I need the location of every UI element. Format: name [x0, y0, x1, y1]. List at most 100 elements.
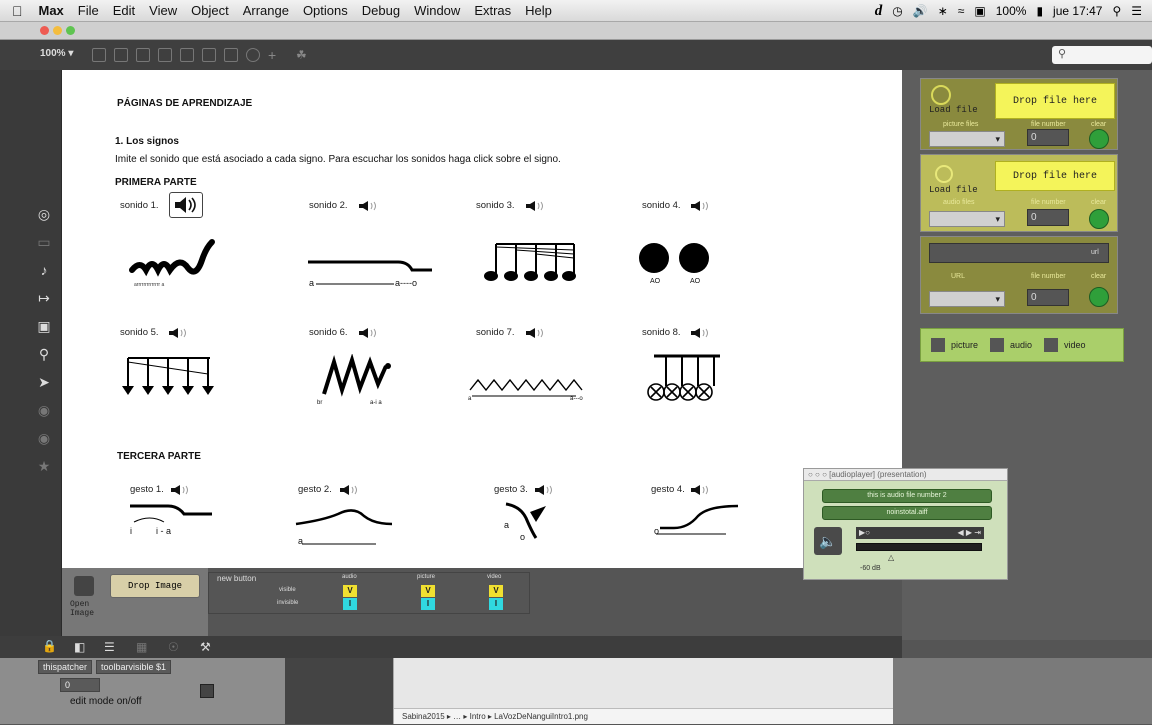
- shield-icon[interactable]: ◉: [36, 402, 52, 418]
- volume-marker-icon[interactable]: △: [888, 553, 894, 562]
- picture-visible-button[interactable]: V: [421, 585, 435, 597]
- zoom-window-button[interactable]: [66, 26, 75, 35]
- gesto-1-speaker-icon[interactable]: [170, 484, 190, 496]
- volume-meter[interactable]: [856, 543, 982, 551]
- menu-options[interactable]: Options: [303, 3, 348, 18]
- volume-icon[interactable]: 🔊: [913, 4, 928, 18]
- open-image-button[interactable]: [74, 576, 94, 596]
- sonido-7-speaker-icon[interactable]: [525, 327, 545, 339]
- toolbar-tool-icon[interactable]: [224, 48, 238, 62]
- spotlight-icon[interactable]: ⚲: [1112, 4, 1121, 18]
- inspector-icon[interactable]: ◎: [36, 206, 52, 222]
- gesto-2-sign[interactable]: [294, 500, 394, 550]
- audio-files-select[interactable]: ▾: [929, 211, 1005, 227]
- close-window-button[interactable]: [40, 26, 49, 35]
- edit-mode-toggle[interactable]: [200, 684, 214, 698]
- menu-app[interactable]: Max: [39, 3, 64, 18]
- clock-text[interactable]: jue 17:47: [1053, 4, 1102, 18]
- new-view-icon[interactable]: ◧: [74, 640, 85, 654]
- video-visible-button[interactable]: V: [489, 585, 503, 597]
- sonido-4-sign[interactable]: [638, 240, 718, 280]
- star-icon[interactable]: ★: [36, 458, 52, 474]
- thispatcher-object[interactable]: thispatcher: [38, 660, 93, 674]
- picture-invisible-button[interactable]: I: [421, 598, 435, 610]
- zoom-select[interactable]: 100% ▾: [40, 48, 73, 59]
- toolbar-tool-icon[interactable]: [92, 48, 106, 62]
- sonido-3-speaker-icon[interactable]: [525, 200, 545, 212]
- toolbar-tool-icon[interactable]: [202, 48, 216, 62]
- paperclip-icon[interactable]: ⚲: [36, 346, 52, 362]
- picture-toggle[interactable]: [931, 338, 945, 352]
- menu-help[interactable]: Help: [525, 3, 552, 18]
- wrench-icon[interactable]: ⚒: [200, 640, 211, 654]
- audio-drop-zone[interactable]: Drop file here: [995, 161, 1115, 191]
- picture-files-select[interactable]: ▾: [929, 131, 1005, 147]
- gesto-4-sign[interactable]: [652, 498, 742, 538]
- menu-debug[interactable]: Debug: [362, 3, 400, 18]
- grid-icon[interactable]: ▦: [136, 640, 147, 654]
- audio-toggle[interactable]: [990, 338, 1005, 352]
- video-files-select[interactable]: ▾: [929, 291, 1005, 307]
- video-clear-button[interactable]: [1089, 287, 1109, 307]
- gesto-3-speaker-icon[interactable]: [534, 484, 554, 496]
- picture-drop-zone[interactable]: Drop file here: [995, 83, 1115, 119]
- clock-icon[interactable]: ◷: [892, 4, 902, 18]
- video-invisible-button[interactable]: I: [489, 598, 503, 610]
- search-field[interactable]: ⚲: [1052, 46, 1152, 64]
- menu-object[interactable]: Object: [191, 3, 229, 18]
- menu-arrange[interactable]: Arrange: [243, 3, 289, 18]
- minimize-window-button[interactable]: [53, 26, 62, 35]
- gesto-4-speaker-icon[interactable]: [690, 484, 710, 496]
- grid-icon[interactable]: ◉: [36, 430, 52, 446]
- sonido-6-speaker-icon[interactable]: [358, 327, 378, 339]
- sonido-5-sign[interactable]: [118, 354, 218, 410]
- image-icon[interactable]: ▣: [36, 318, 52, 334]
- seek-controls-icon[interactable]: ◀ ▶ ⇥: [958, 527, 984, 539]
- back-arrow-icon[interactable]: ➤: [36, 374, 52, 390]
- sonido-6-sign[interactable]: [318, 354, 398, 408]
- audio-clear-button[interactable]: [1089, 209, 1109, 229]
- sonido-8-speaker-icon[interactable]: [690, 327, 710, 339]
- clipboard-icon[interactable]: ▭: [36, 234, 52, 250]
- sonido-4-speaker-icon[interactable]: [690, 200, 710, 212]
- dictation-icon[interactable]: d: [875, 3, 883, 20]
- audio-mute-button[interactable]: 🔈: [814, 527, 842, 555]
- menu-view[interactable]: View: [149, 3, 177, 18]
- apple-menu-icon[interactable]: : [12, 3, 23, 19]
- music-note-icon[interactable]: ♪: [36, 262, 52, 278]
- load-audio-button[interactable]: [935, 165, 953, 183]
- sonido-3-sign[interactable]: [482, 238, 592, 294]
- menu-window[interactable]: Window: [414, 3, 460, 18]
- finder-path-bar[interactable]: Sabina2015 ▸ … ▸ Intro ▸ LaVozDeNanguiIn…: [394, 708, 894, 724]
- sonido-2-speaker-icon[interactable]: [358, 200, 378, 212]
- audio-invisible-button[interactable]: I: [343, 598, 357, 610]
- video-file-number[interactable]: 0: [1027, 289, 1069, 306]
- picture-file-number[interactable]: 0: [1027, 129, 1069, 146]
- load-picture-button[interactable]: [931, 85, 951, 105]
- toolbar-tool-icon[interactable]: [158, 48, 172, 62]
- gesto-1-sign[interactable]: [128, 500, 218, 540]
- toolbar-tool-icon[interactable]: [246, 48, 260, 62]
- menu-file[interactable]: File: [78, 3, 99, 18]
- window-controls-icon[interactable]: ○ ○ ○: [808, 470, 829, 479]
- toolbar-tool-icon[interactable]: [114, 48, 128, 62]
- sequence-icon[interactable]: ↦: [36, 290, 52, 306]
- edit-mode-number[interactable]: 0: [60, 678, 100, 692]
- toolbar-add-icon[interactable]: +: [268, 48, 282, 62]
- url-input[interactable]: [929, 243, 1109, 263]
- video-toggle[interactable]: [1044, 338, 1059, 352]
- bluetooth-icon[interactable]: ∗: [938, 4, 948, 18]
- toolbarvisible-message[interactable]: toolbarvisible $1: [96, 660, 172, 674]
- menu-extras[interactable]: Extras: [474, 3, 511, 18]
- picture-clear-button[interactable]: [1089, 129, 1109, 149]
- presentation-icon[interactable]: ☰: [104, 640, 115, 654]
- audio-file-number[interactable]: 0: [1027, 209, 1069, 226]
- lock-icon[interactable]: 🔒: [42, 639, 57, 653]
- toolbar-snap-icon[interactable]: ☘: [296, 48, 310, 62]
- audioplayer-titlebar[interactable]: ○ ○ ○ [audioplayer] (presentation): [804, 469, 1007, 481]
- wifi-icon[interactable]: ≈: [958, 4, 965, 18]
- sonido-8-sign[interactable]: [642, 352, 726, 408]
- display-icon[interactable]: ▣: [974, 4, 985, 18]
- sonido-1-play-button[interactable]: [169, 192, 203, 218]
- play-icon[interactable]: ▶○: [859, 528, 870, 537]
